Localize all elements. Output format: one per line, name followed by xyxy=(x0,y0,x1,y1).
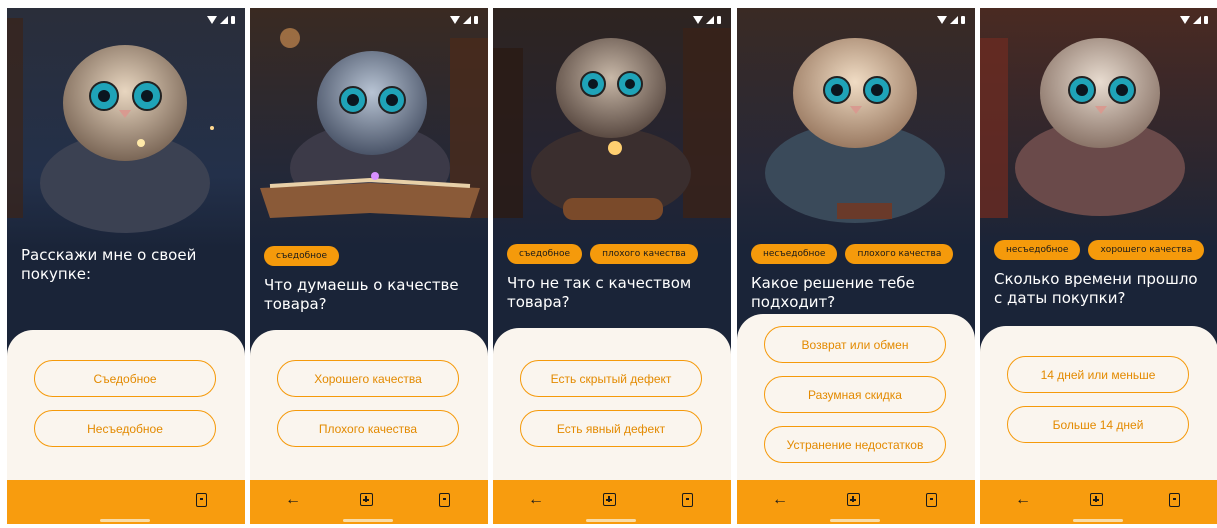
status-bar xyxy=(1180,16,1208,24)
home-grid-icon[interactable] xyxy=(847,493,860,506)
question-text: Что не так с качеством товара? xyxy=(507,274,692,311)
options-panel: Хорошего качества Плохого качества xyxy=(250,330,488,480)
wifi-icon xyxy=(1180,16,1190,24)
question-text: Какое решение тебе подходит? xyxy=(751,274,915,311)
bottom-nav-bar: ← xyxy=(250,480,488,524)
wifi-icon xyxy=(693,16,703,24)
status-bar xyxy=(207,16,235,24)
tag-chip: несъедобное xyxy=(994,240,1081,260)
home-grid-icon[interactable] xyxy=(603,493,616,506)
arrow-left-icon[interactable]: ← xyxy=(772,492,788,508)
recent-apps-icon[interactable] xyxy=(1169,493,1180,507)
battery-icon xyxy=(474,16,478,24)
recent-apps-icon[interactable] xyxy=(439,493,450,507)
home-grid-icon[interactable] xyxy=(360,493,373,506)
question-text: Сколько времени прошло с даты покупки? xyxy=(994,270,1198,307)
option-button[interactable]: Больше 14 дней xyxy=(1007,406,1189,443)
option-button[interactable]: Плохого качества xyxy=(277,410,459,447)
cat-in-robe-illustration xyxy=(980,8,1217,248)
question-text: Расскажи мне о своей покупке: xyxy=(21,246,197,283)
wifi-icon xyxy=(937,16,947,24)
wifi-icon xyxy=(450,16,460,24)
signal-icon xyxy=(706,16,714,24)
arrow-left-icon[interactable]: ← xyxy=(285,492,301,508)
battery-icon xyxy=(231,16,235,24)
recent-apps-icon[interactable] xyxy=(196,493,207,507)
cat-wizard-illustration xyxy=(7,8,245,248)
option-button[interactable]: Несъедобное xyxy=(34,410,216,447)
status-bar xyxy=(937,16,965,24)
question-text: Что думаешь о качестве товара? xyxy=(264,276,459,313)
signal-icon xyxy=(463,16,471,24)
wifi-icon xyxy=(207,16,217,24)
tag-chip: хорошего качества xyxy=(1088,240,1205,260)
option-button[interactable]: Съедобное xyxy=(34,360,216,397)
selected-tags: несъедобное плохого качества xyxy=(751,244,954,264)
bottom-nav-bar: ← xyxy=(737,480,975,524)
status-bar xyxy=(693,16,721,24)
tag-chip: несъедобное xyxy=(751,244,838,264)
selected-tags: съедобное плохого качества xyxy=(507,244,698,264)
options-panel: Есть скрытый дефект Есть явный дефект xyxy=(493,328,731,480)
recent-apps-icon[interactable] xyxy=(926,493,937,507)
gesture-handle[interactable] xyxy=(586,519,636,522)
tag-chip: плохого качества xyxy=(590,244,698,264)
gesture-handle[interactable] xyxy=(830,519,880,522)
gesture-handle[interactable] xyxy=(100,519,150,522)
home-grid-icon[interactable] xyxy=(1090,493,1103,506)
option-button[interactable]: Есть скрытый дефект xyxy=(520,360,702,397)
gesture-handle[interactable] xyxy=(1073,519,1123,522)
battery-icon xyxy=(1204,16,1208,24)
options-panel: 14 дней или меньше Больше 14 дней xyxy=(980,326,1217,480)
status-bar xyxy=(450,16,478,24)
arrow-left-icon[interactable]: ← xyxy=(528,492,544,508)
signal-icon xyxy=(950,16,958,24)
screen-4: несъедобное плохого качества Какое решен… xyxy=(737,8,975,524)
cat-in-cloak-illustration xyxy=(737,8,975,248)
screen-2: съедобное Что думаешь о качестве товара?… xyxy=(250,8,488,524)
option-button[interactable]: Устранение недостатков xyxy=(764,426,946,463)
option-button[interactable]: Разумная скидка xyxy=(764,376,946,413)
screen-5: несъедобное хорошего качества Сколько вр… xyxy=(980,8,1217,524)
signal-icon xyxy=(220,16,228,24)
bottom-nav-bar: ← xyxy=(980,480,1217,524)
option-button[interactable]: Возврат или обмен xyxy=(764,326,946,363)
recent-apps-icon[interactable] xyxy=(682,493,693,507)
options-panel: Съедобное Несъедобное xyxy=(7,330,245,480)
gesture-handle[interactable] xyxy=(343,519,393,522)
tag-chip: съедобное xyxy=(507,244,583,264)
battery-icon xyxy=(717,16,721,24)
selected-tags: несъедобное хорошего качества xyxy=(994,240,1205,260)
bottom-nav-bar xyxy=(7,480,245,524)
cat-with-candle-illustration xyxy=(493,8,731,248)
bottom-nav-bar: ← xyxy=(493,480,731,524)
selected-tags: съедобное xyxy=(264,246,340,266)
tag-chip: плохого качества xyxy=(845,244,954,264)
option-button[interactable]: Есть явный дефект xyxy=(520,410,702,447)
options-panel: Возврат или обмен Разумная скидка Устран… xyxy=(737,314,975,480)
cat-reading-book-illustration xyxy=(250,8,488,248)
tag-chip: съедобное xyxy=(264,246,340,266)
option-button[interactable]: Хорошего качества xyxy=(277,360,459,397)
signal-icon xyxy=(1193,16,1201,24)
screen-1: Расскажи мне о своей покупке: Съедобное … xyxy=(7,8,245,524)
screen-3: съедобное плохого качества Что не так с … xyxy=(493,8,731,524)
arrow-left-icon[interactable]: ← xyxy=(1015,492,1031,508)
battery-icon xyxy=(961,16,965,24)
option-button[interactable]: 14 дней или меньше xyxy=(1007,356,1189,393)
